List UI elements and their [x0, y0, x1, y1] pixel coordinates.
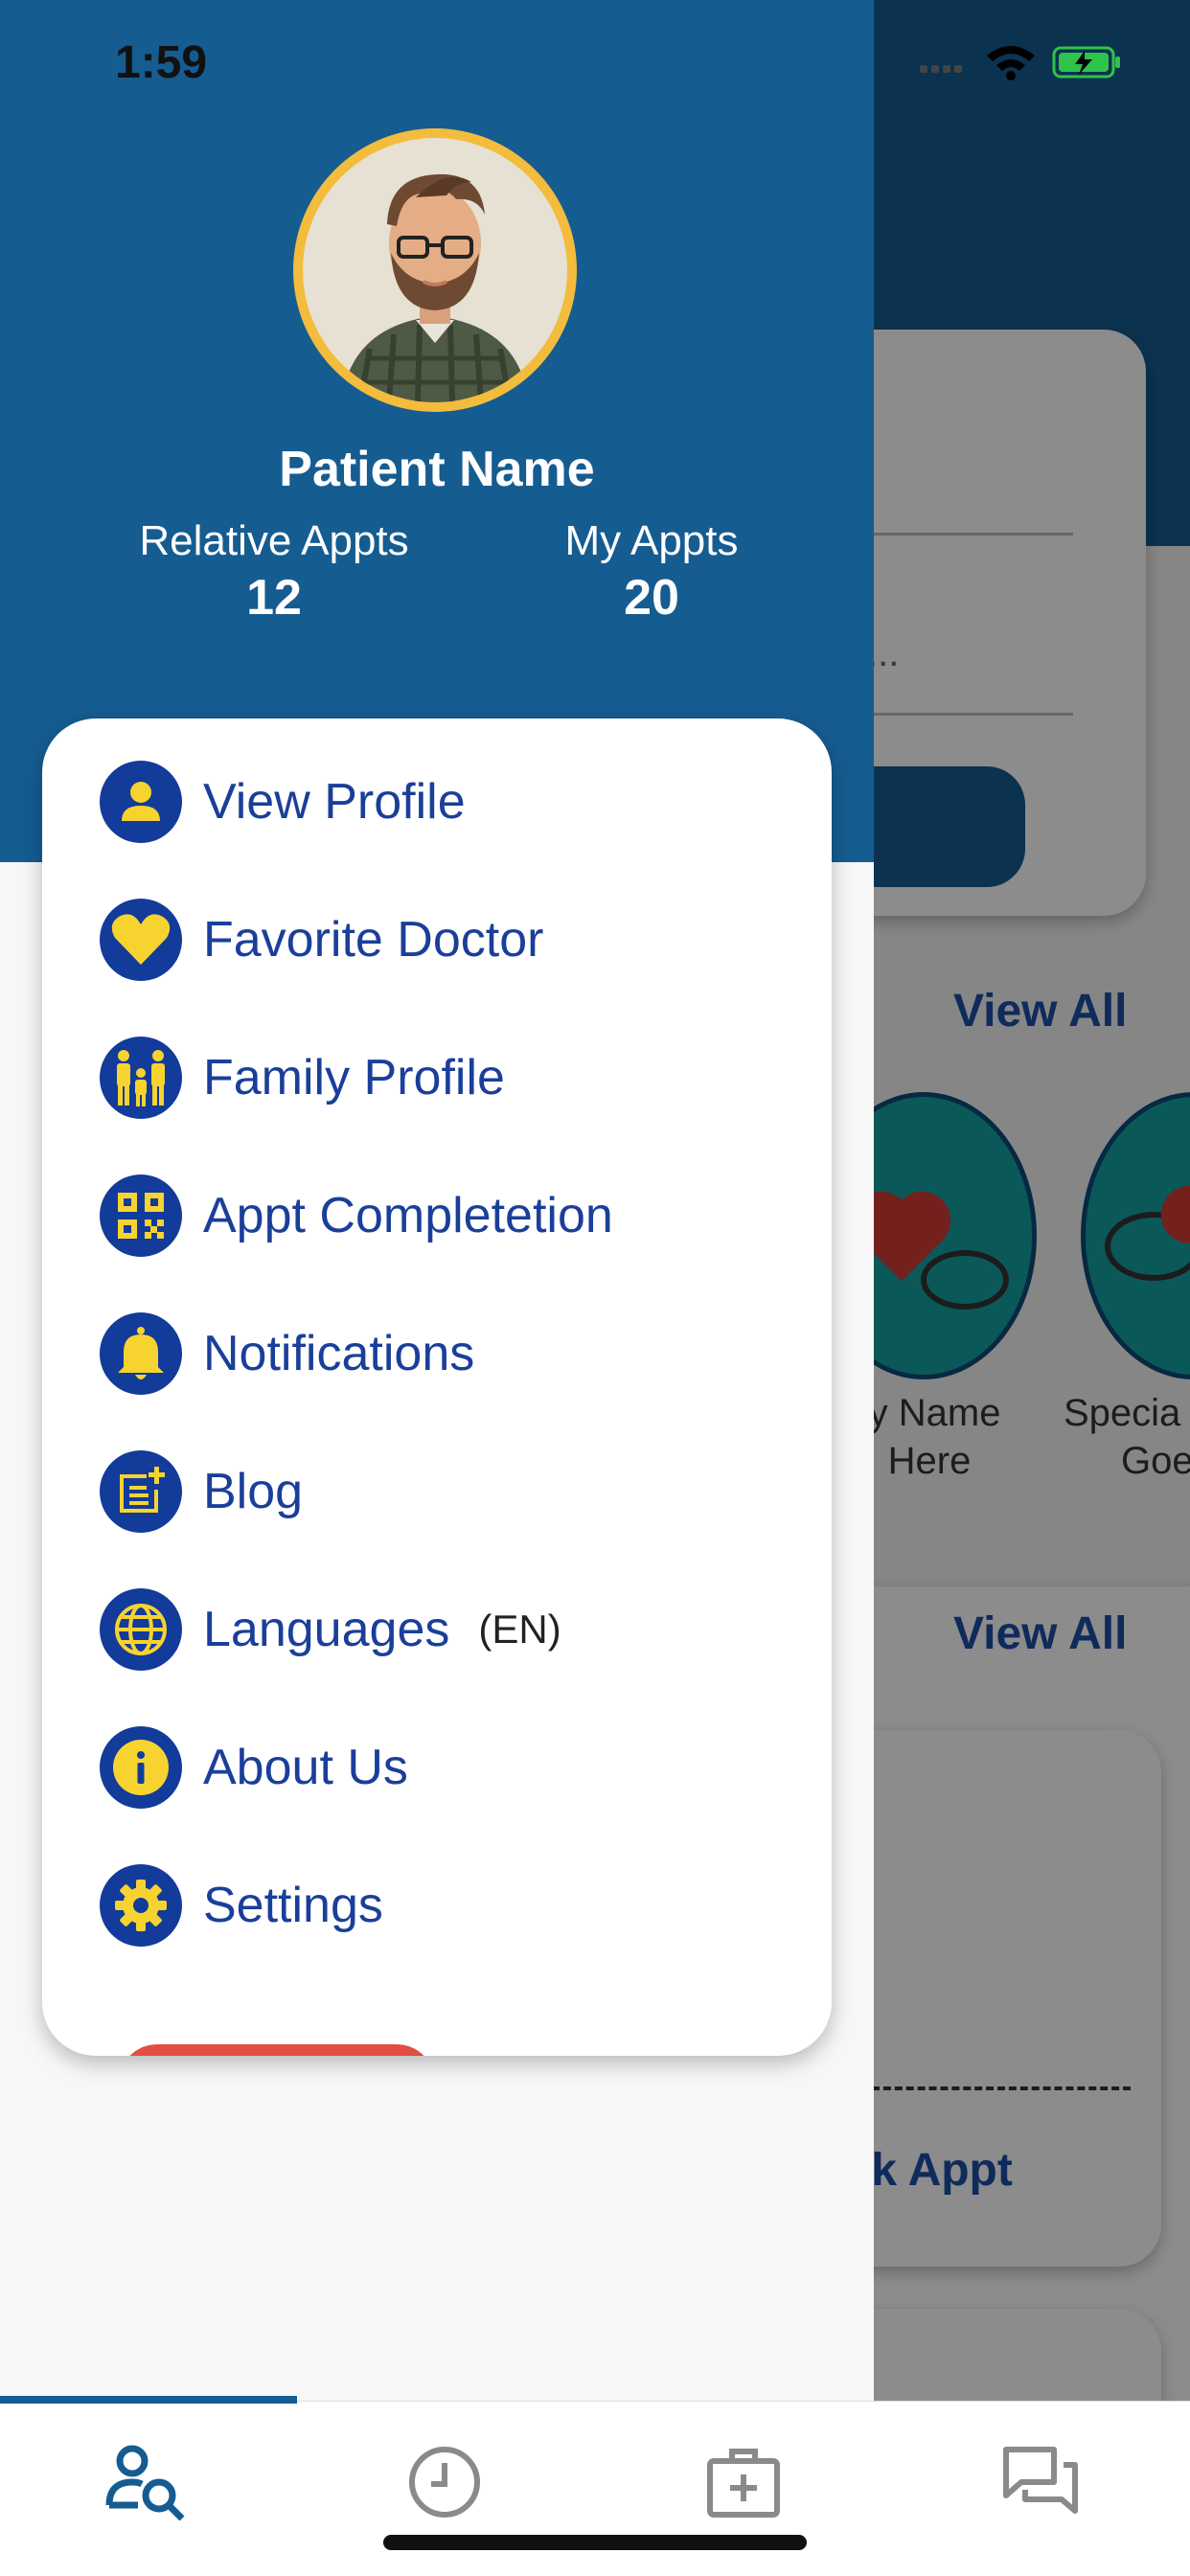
drawer-menu-card: View Profile Favorite Doctor Family Prof…	[42, 718, 832, 2056]
info-icon	[100, 1726, 182, 1809]
clock-icon	[409, 2447, 480, 2518]
relative-appts-label: Relative Appts	[139, 517, 409, 564]
logout-button[interactable]	[119, 2044, 435, 2056]
active-tab-indicator	[0, 2396, 297, 2404]
menu-item-blog[interactable]: Blog	[100, 1448, 303, 1535]
relative-appts-count: 12	[246, 570, 302, 626]
tab-find-doctor[interactable]	[101, 2434, 196, 2530]
my-appts-stat[interactable]: My Appts 20	[529, 515, 774, 628]
relative-appts-stat[interactable]: Relative Appts 12	[111, 515, 437, 628]
menu-item-label: Notifications	[203, 1326, 475, 1381]
battery-charging-icon	[1052, 46, 1120, 79]
menu-item-languages[interactable]: Languages (EN)	[100, 1586, 561, 1673]
menu-item-label: Appt Completetion	[203, 1188, 613, 1243]
menu-item-view-profile[interactable]: View Profile	[100, 759, 466, 845]
doctor-search-icon	[105, 2445, 185, 2520]
avatar-image	[303, 138, 567, 402]
family-icon	[100, 1037, 182, 1119]
status-bar-indicators	[920, 42, 1150, 80]
heart-icon	[100, 899, 182, 981]
menu-item-about-us[interactable]: About Us	[100, 1724, 408, 1811]
tab-messages[interactable]	[993, 2434, 1088, 2530]
avatar[interactable]	[293, 128, 577, 412]
menu-item-label: About Us	[203, 1740, 408, 1795]
chat-icon	[1003, 2447, 1078, 2514]
menu-item-label: Favorite Doctor	[203, 912, 544, 968]
my-appts-count: 20	[624, 570, 679, 626]
menu-item-favorite-doctor[interactable]: Favorite Doctor	[100, 897, 543, 983]
patient-name: Patient Name	[279, 442, 595, 497]
navigation-drawer: 1:59 Patient Name Relative Appts 12 My A…	[0, 0, 874, 2401]
globe-icon	[100, 1588, 182, 1671]
menu-item-label: View Profile	[203, 774, 466, 830]
menu-item-notifications[interactable]: Notifications	[100, 1311, 474, 1397]
menu-item-label: Blog	[203, 1464, 304, 1519]
medical-kit-icon	[707, 2449, 780, 2518]
home-indicator	[383, 2535, 807, 2550]
my-appts-label: My Appts	[564, 517, 739, 564]
bell-icon	[100, 1312, 182, 1395]
wifi-icon	[987, 46, 1035, 80]
current-language: (EN)	[478, 1607, 561, 1652]
tab-medical[interactable]	[696, 2434, 791, 2530]
menu-item-settings[interactable]: Settings	[100, 1862, 383, 1949]
menu-item-label: Family Profile	[203, 1050, 505, 1106]
menu-item-label: Settings	[203, 1878, 383, 1933]
menu-item-label: Languages	[203, 1602, 450, 1657]
gear-icon	[100, 1864, 182, 1947]
person-icon	[100, 761, 182, 843]
status-time: 1:59	[115, 37, 208, 88]
signal-icon	[920, 65, 962, 73]
menu-item-family-profile[interactable]: Family Profile	[100, 1035, 505, 1121]
menu-item-appt-completion[interactable]: Appt Completetion	[100, 1173, 613, 1259]
qr-code-icon	[100, 1174, 182, 1257]
blog-icon	[100, 1450, 182, 1533]
tab-history[interactable]	[397, 2434, 492, 2530]
